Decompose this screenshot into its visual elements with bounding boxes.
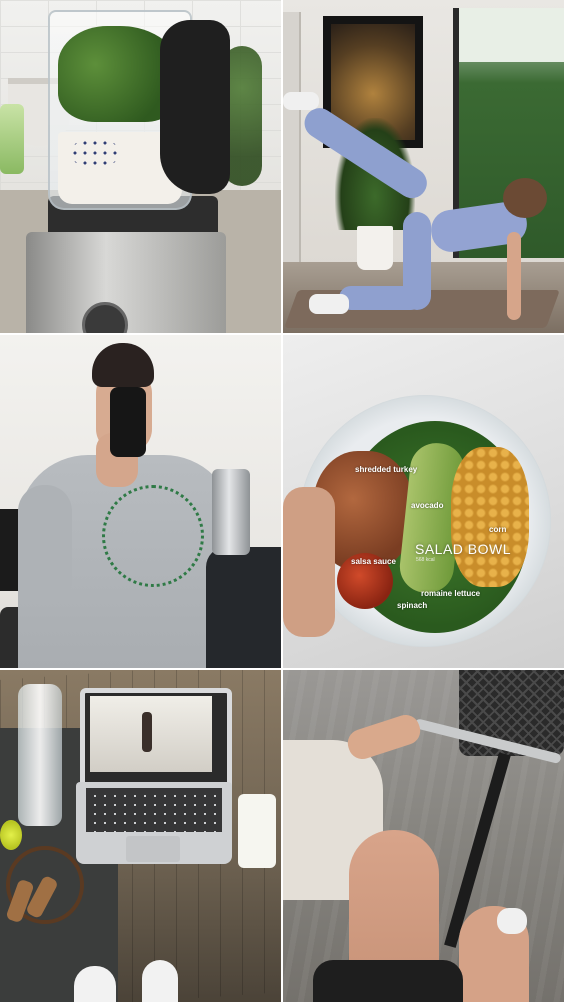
label-spinach: spinach [397, 601, 428, 610]
plant-pot [357, 226, 393, 270]
sneaker [283, 92, 319, 110]
door [283, 12, 301, 267]
label-avocado: avocado [411, 501, 444, 510]
white-sock [74, 966, 116, 1002]
label-salsa: salsa sauce [351, 557, 396, 566]
trackpad [126, 836, 180, 862]
steel-tumbler [212, 469, 250, 555]
supporting-arm [507, 232, 521, 320]
photo-collage: shredded turkey avocado corn SALAD BOWL … [0, 0, 564, 1002]
video-instructor [142, 712, 152, 752]
label-corn: corn [489, 525, 507, 534]
salad-title: SALAD BOWL [415, 541, 512, 557]
sleeve [18, 485, 72, 605]
head [503, 178, 547, 218]
holding-hand [283, 487, 335, 637]
thigh [403, 212, 431, 310]
blueberries [70, 138, 120, 168]
label-lettuce: romaine lettuce [421, 589, 481, 598]
smartphone [110, 387, 146, 457]
photo-blender-smoothie [0, 0, 281, 333]
salad-subtitle: 568 kcal [416, 557, 435, 563]
bottle [0, 104, 24, 174]
black-shorts [313, 960, 463, 1002]
blender-handle [160, 20, 230, 194]
tennis-ball [0, 820, 22, 850]
corn-chickpeas [451, 447, 529, 587]
photo-mirror-selfie [0, 335, 281, 668]
photo-home-workout [283, 0, 564, 333]
sneaker [497, 908, 527, 934]
dark-jacket [206, 547, 281, 668]
glass-water-bottle [18, 684, 62, 826]
keys [86, 788, 222, 832]
photo-salad-bowl: shredded turkey avocado corn SALAD BOWL … [283, 335, 564, 668]
sky [459, 8, 564, 62]
sweatshirt-print [102, 485, 204, 587]
power-bank [238, 794, 276, 868]
sneaker [309, 294, 349, 314]
label-turkey: shredded turkey [355, 465, 418, 474]
hair-bun [92, 343, 154, 387]
photo-laptop-workout [0, 670, 281, 1002]
white-sock [142, 960, 178, 1002]
photo-bicycle-ride [283, 670, 564, 1002]
